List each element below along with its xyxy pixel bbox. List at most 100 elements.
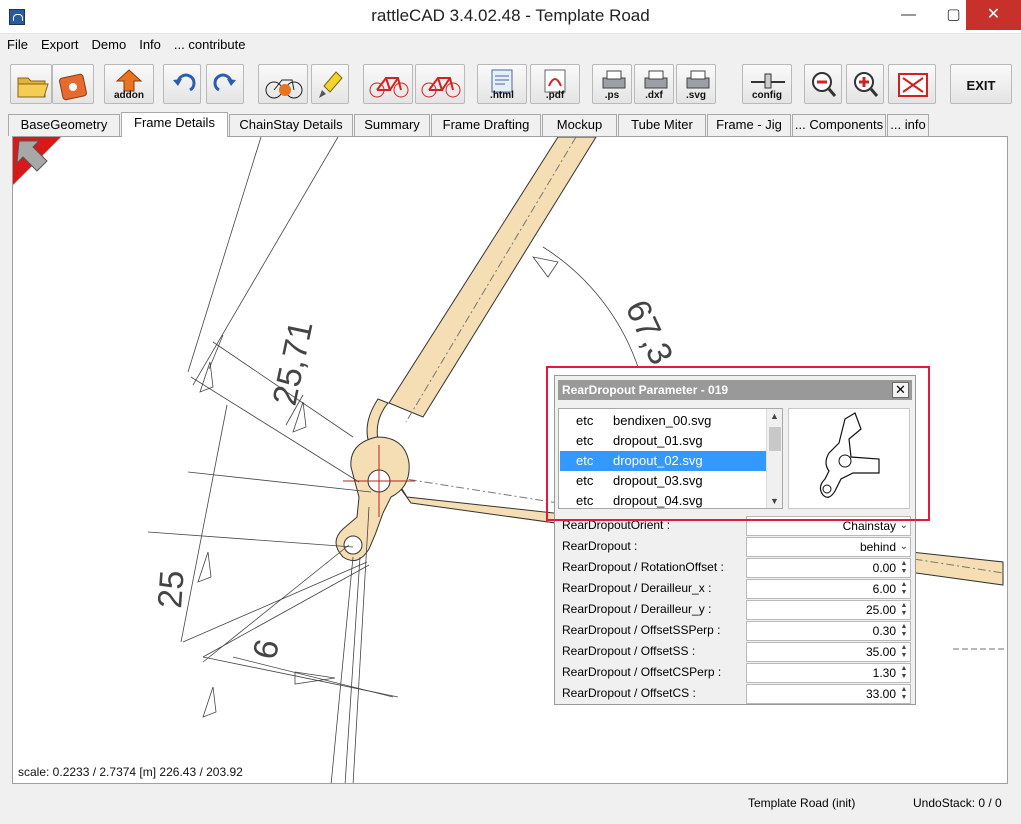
paint-button[interactable] — [311, 64, 349, 104]
derailleur-y-input[interactable]: 25.00 ▲ ▼ — [746, 600, 911, 620]
undo-icon — [173, 73, 196, 92]
derailleur-x-input[interactable]: 6.00 ▲ ▼ — [746, 579, 911, 599]
status-bar: Template Road (init) UndoStack: 0 / 0 — [0, 792, 1021, 816]
dxf-label: .dxf — [645, 90, 663, 101]
panel-close-button[interactable]: ✕ — [892, 382, 909, 398]
spinner-icon[interactable]: ▲ ▼ — [899, 623, 909, 639]
redo-icon — [213, 73, 236, 92]
html-label: .html — [490, 90, 514, 101]
chevron-down-icon: ⌄ — [899, 541, 908, 552]
corner-toggle-icon[interactable] — [13, 137, 61, 185]
param-row-offset-ss-perp: RearDropout / OffsetSSPerp : 0.30 ▲ ▼ — [557, 620, 911, 641]
menu-contribute[interactable]: ... contribute — [167, 34, 252, 52]
tab-summary[interactable]: Summary — [354, 114, 430, 136]
pdf-label: .pdf — [545, 90, 565, 101]
export-ps-button[interactable]: .ps — [592, 64, 632, 104]
addon-button[interactable]: addon — [104, 64, 154, 104]
offset-ss-perp-input[interactable]: 0.30 ▲ ▼ — [746, 621, 911, 641]
undo-button[interactable] — [163, 64, 201, 104]
panel-title: RearDropout Parameter - 019 — [562, 383, 729, 397]
tab-chainstay-details[interactable]: ChainStay Details — [229, 114, 353, 136]
bike-frame-red-icon — [369, 77, 409, 98]
list-item-selected[interactable]: etc dropout_02.svg — [560, 451, 768, 471]
tab-tube-miter[interactable]: Tube Miter — [618, 114, 706, 136]
tab-basegeometry[interactable]: BaseGeometry — [8, 114, 120, 136]
zoom-out-button[interactable] — [804, 64, 842, 104]
param-row-offset-cs-perp: RearDropout / OffsetCSPerp : 1.30 ▲ ▼ — [557, 662, 911, 683]
frame-view-1-button[interactable] — [363, 64, 413, 104]
list-scrollbar[interactable]: ▲ ▼ — [766, 409, 782, 508]
tab-mockup[interactable]: Mockup — [542, 114, 617, 136]
scroll-down-icon[interactable]: ▼ — [767, 496, 782, 506]
list-item[interactable]: etc dropout_04.svg — [560, 491, 768, 508]
menu-info[interactable]: Info — [132, 34, 167, 52]
tab-frame-jig[interactable]: Frame - Jig — [707, 114, 791, 136]
dimension-text-2: 25 — [151, 569, 192, 609]
bike-wheel-icon — [265, 79, 303, 99]
tab-frame-details[interactable]: Frame Details — [121, 112, 228, 137]
param-row-derailleur-x: RearDropout / Derailleur_x : 6.00 ▲ ▼ — [557, 578, 911, 599]
list-item[interactable]: etc bendixen_00.svg — [560, 411, 768, 431]
redo-button[interactable] — [206, 64, 244, 104]
status-undo-stack: UndoStack: 0 / 0 — [913, 796, 1002, 810]
menu-demo[interactable]: Demo — [85, 34, 133, 52]
tab-components[interactable]: ... Components — [792, 114, 886, 136]
offset-cs-perp-input[interactable]: 1.30 ▲ ▼ — [746, 663, 911, 683]
spinner-icon[interactable]: ▲ ▼ — [899, 665, 909, 681]
spinner-icon[interactable]: ▲ ▼ — [899, 581, 909, 597]
dropout-file-list[interactable]: etc bendixen_00.svg etc dropout_01.svg etc… — [558, 408, 783, 509]
param-row-offset-ss: RearDropout / OffsetSS : 35.00 ▲ ▼ — [557, 641, 911, 662]
zoom-out-icon — [812, 72, 837, 97]
list-item[interactable]: etc dropout_01.svg — [560, 431, 768, 451]
toolbar: addon .html .pdf .ps .dxf .svg config EX… — [0, 60, 1021, 106]
list-item[interactable]: etc dropout_03.svg — [560, 471, 768, 491]
spinner-icon[interactable]: ▲ ▼ — [899, 560, 909, 576]
scroll-up-icon[interactable]: ▲ — [767, 411, 782, 421]
close-window-button[interactable]: ✕ — [966, 0, 1021, 30]
title-bar: rattleCAD 3.4.02.48 - Template Road — ▢ … — [0, 0, 1021, 34]
minimize-button[interactable]: — — [886, 0, 931, 30]
tab-info[interactable]: ... info — [887, 114, 929, 136]
exit-label: EXIT — [966, 78, 996, 93]
param-row-derailleur-y: RearDropout / Derailleur_y : 25.00 ▲ ▼ — [557, 599, 911, 620]
bike-frame-red-icon — [421, 77, 461, 98]
status-template: Template Road (init) — [748, 796, 856, 810]
param-row-reardropout: RearDropout : behind ⌄ — [557, 536, 911, 557]
fit-view-button[interactable] — [888, 64, 936, 104]
export-pdf-button[interactable]: .pdf — [530, 64, 580, 104]
tab-frame-drafting[interactable]: Frame Drafting — [431, 114, 541, 136]
zoom-in-icon — [854, 72, 879, 97]
bike-render-button[interactable] — [258, 64, 308, 104]
fit-to-window-icon — [898, 73, 928, 97]
window-title: rattleCAD 3.4.02.48 - Template Road — [371, 6, 650, 25]
svg-label: .svg — [685, 90, 706, 101]
save-disk-icon — [59, 73, 87, 101]
export-svg-button[interactable]: .svg — [676, 64, 716, 104]
zoom-in-button[interactable] — [846, 64, 884, 104]
menu-file[interactable]: File — [0, 34, 34, 52]
offset-cs-input[interactable]: 33.00 ▲ ▼ — [746, 684, 911, 704]
orient-select[interactable]: Chainstay ⌄ — [746, 516, 911, 536]
export-html-button[interactable]: .html — [477, 64, 527, 104]
chevron-down-icon: ⌄ — [899, 520, 908, 531]
open-file-button[interactable] — [10, 64, 52, 104]
frame-view-2-button[interactable] — [415, 64, 465, 104]
paint-brush-icon — [319, 71, 343, 98]
menu-bar: File Export Demo Info... contribute — [0, 34, 1021, 56]
folder-icon — [17, 77, 49, 98]
save-file-button[interactable] — [52, 64, 94, 104]
export-dxf-button[interactable]: .dxf — [634, 64, 674, 104]
config-button[interactable]: config — [742, 64, 792, 104]
spinner-icon[interactable]: ▲ ▼ — [899, 686, 909, 702]
dimension-text-1: 25,71 — [266, 318, 321, 409]
menu-export[interactable]: Export — [34, 34, 85, 52]
scroll-thumb[interactable] — [769, 427, 781, 451]
dropout-position-select[interactable]: behind ⌄ — [746, 537, 911, 557]
rotation-offset-input[interactable]: 0.00 ▲ ▼ — [746, 558, 911, 578]
spinner-icon[interactable]: ▲ ▼ — [899, 602, 909, 618]
exit-button[interactable]: EXIT — [950, 64, 1012, 104]
ps-label: .ps — [604, 90, 620, 101]
scale-readout: scale: 0.2233 / 2.7374 [m] 226.43 / 203.… — [18, 765, 243, 779]
offset-ss-input[interactable]: 35.00 ▲ ▼ — [746, 642, 911, 662]
spinner-icon[interactable]: ▲ ▼ — [899, 644, 909, 660]
